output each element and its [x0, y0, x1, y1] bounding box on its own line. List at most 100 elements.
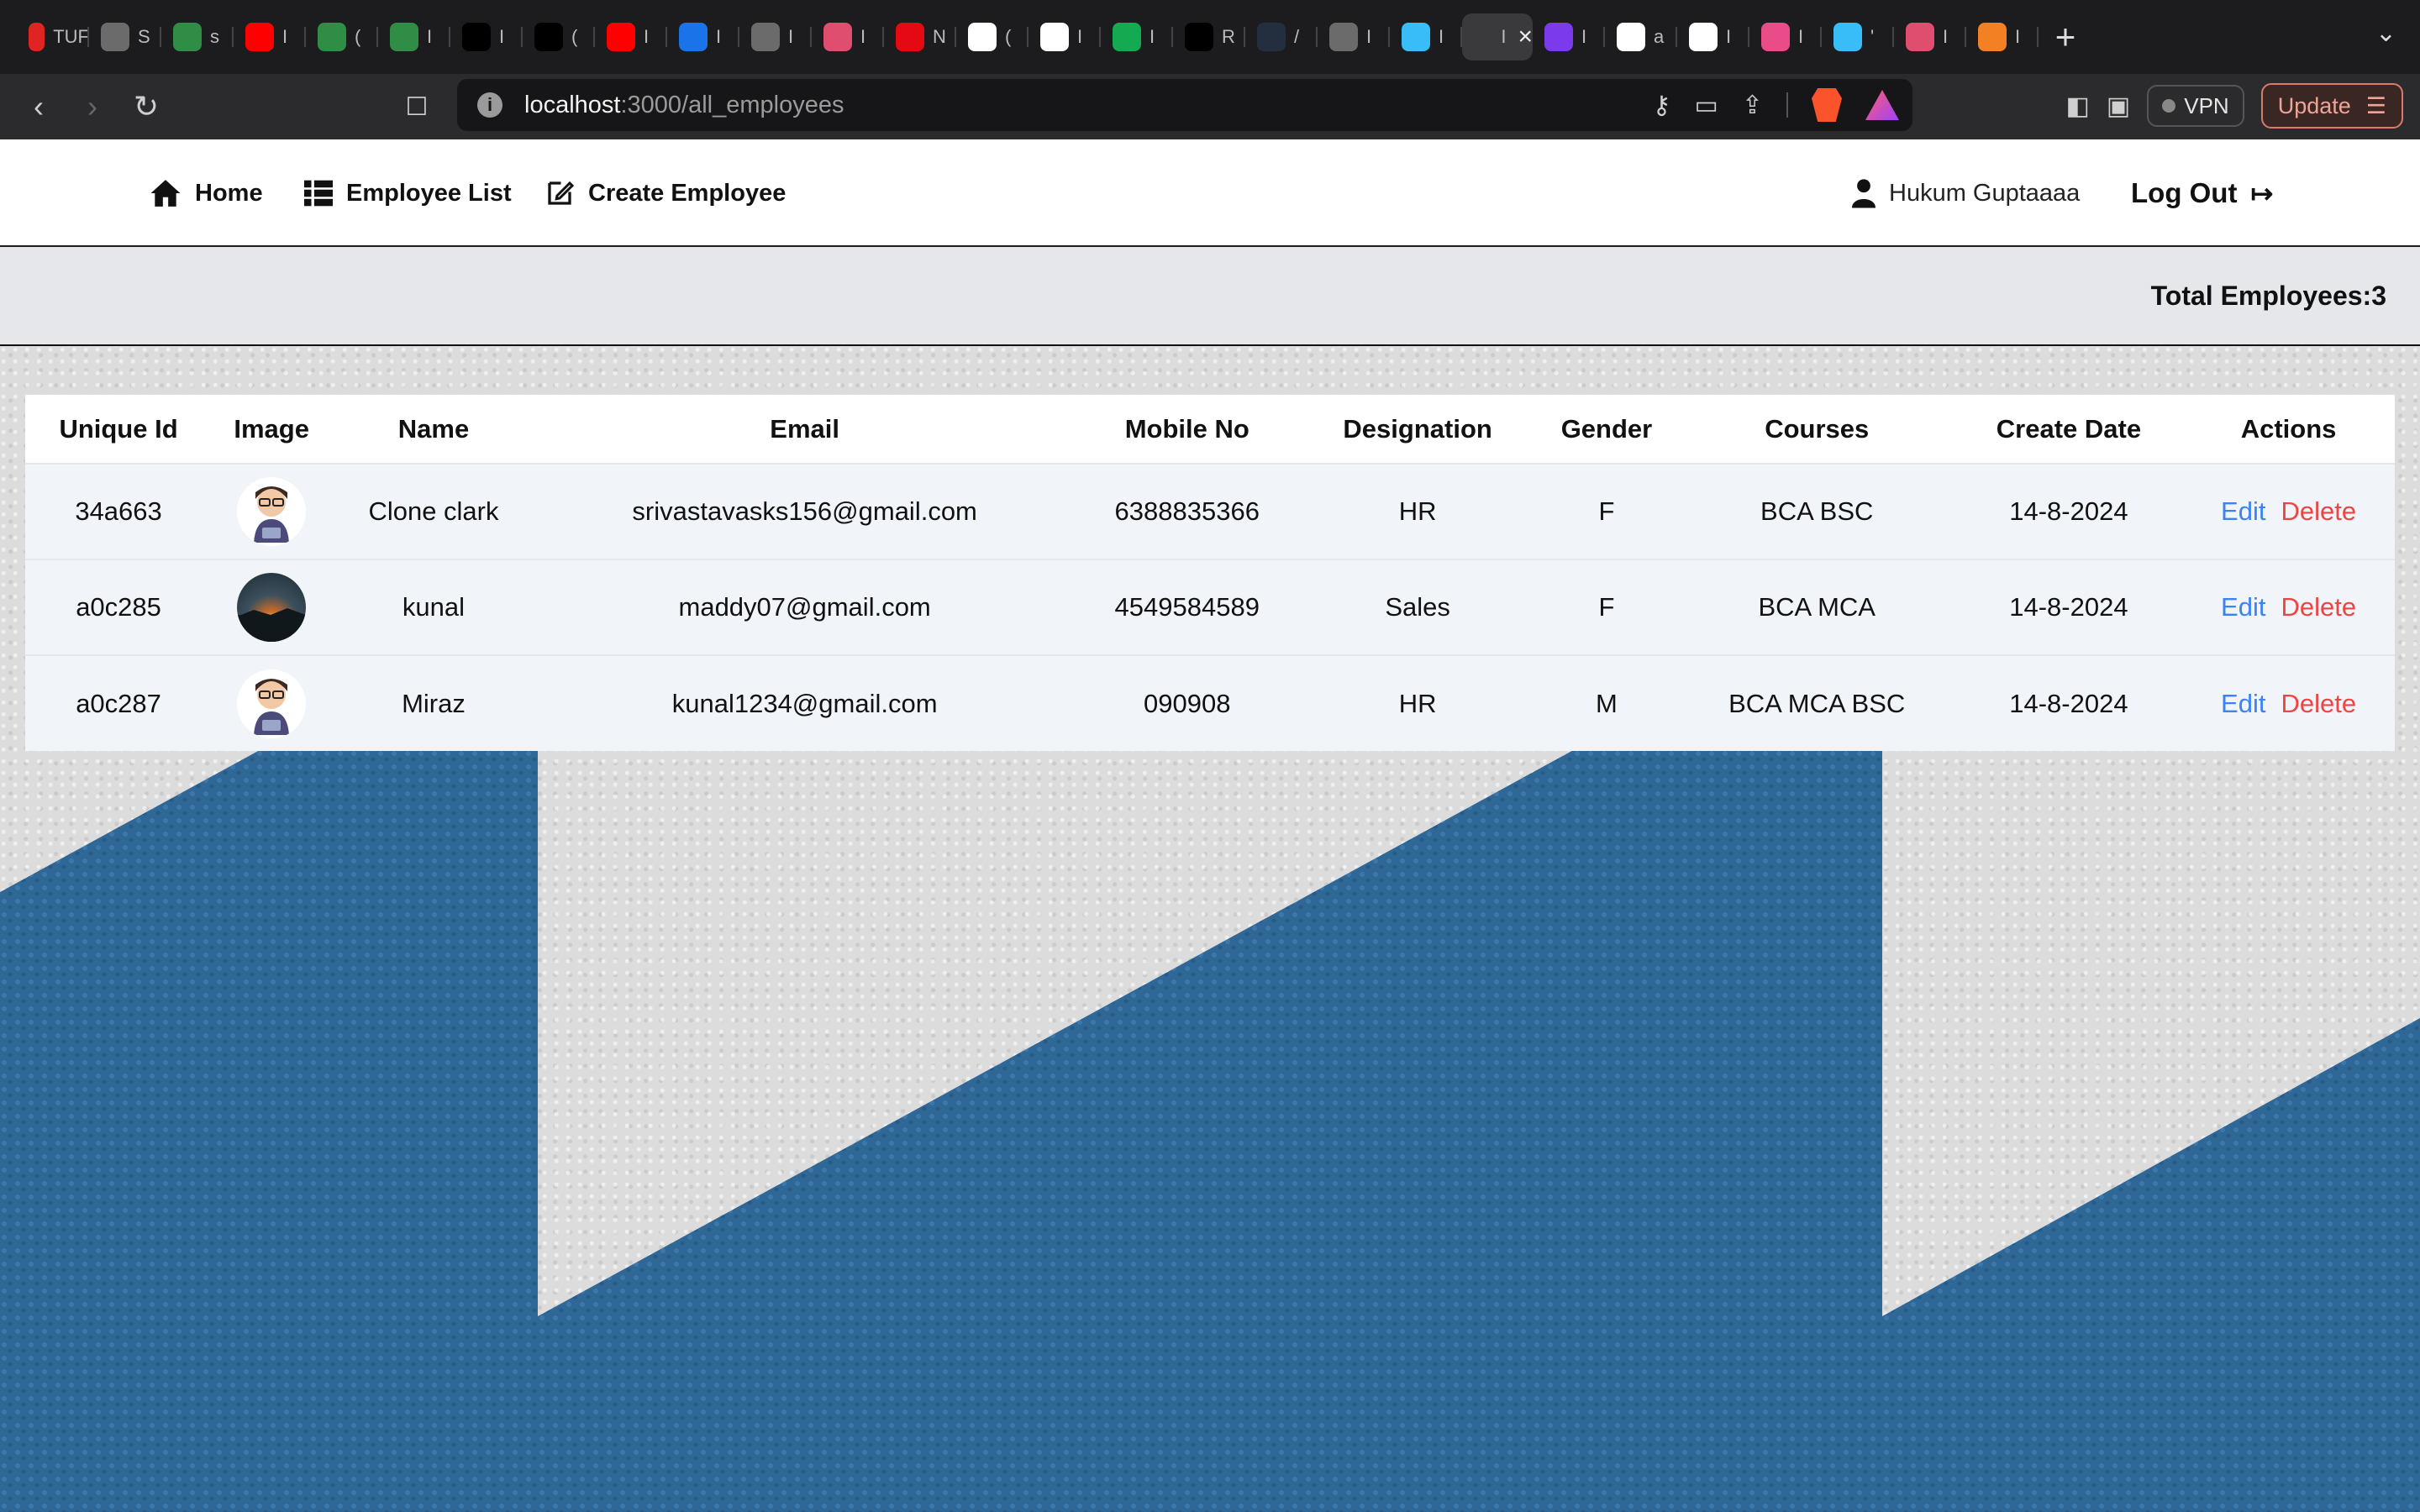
tab-title: I — [1366, 26, 1372, 47]
browser-tab[interactable]: I — [378, 13, 450, 60]
employee-avatar — [237, 669, 307, 738]
nav-employee-list[interactable]: Employee List — [304, 139, 512, 247]
browser-tab-strip: TUF Ss I(I I(I I I I N(I I R / I I I × Ia I I ' I I + — [0, 0, 2420, 74]
tab-title: ( — [571, 26, 578, 47]
table-header-row: Unique Id Image Name Email Mobile No Designat… — [25, 395, 2395, 464]
nav-create-employee[interactable]: Create Employee — [544, 139, 786, 247]
browser-tab[interactable]: N — [884, 13, 956, 60]
tab-title: I — [1501, 26, 1507, 47]
browser-tab[interactable]: I — [1533, 13, 1605, 60]
url-host: localhost — [524, 91, 621, 118]
browser-tab[interactable]: I — [1749, 13, 1822, 60]
nav-create-employee-label: Create Employee — [588, 179, 786, 207]
tab-title: I — [788, 26, 794, 47]
sidebar-toggle-icon[interactable]: ◧ — [2066, 92, 2090, 121]
tab-title: I — [1439, 26, 1444, 47]
browser-tab[interactable]: I — [234, 13, 306, 60]
browser-tab[interactable]: ' — [1822, 13, 1894, 60]
user-icon — [1852, 179, 1876, 208]
tab-title: I — [1798, 26, 1804, 47]
tab-title: I — [427, 26, 433, 47]
cell-image — [212, 654, 332, 751]
tab-title: I — [716, 26, 722, 47]
browser-tab[interactable]: I — [595, 13, 667, 60]
browser-tab[interactable]: I — [450, 13, 523, 60]
browser-tab[interactable]: a — [1605, 13, 1677, 60]
nav-home-label: Home — [195, 179, 263, 207]
edit-link[interactable]: Edit — [2221, 496, 2265, 526]
close-tab-icon[interactable]: × — [1518, 23, 1533, 51]
edit-link[interactable]: Edit — [2221, 592, 2265, 622]
tab-title: I — [1726, 26, 1732, 47]
logout-button[interactable]: Log Out ↦ — [2131, 139, 2273, 247]
youtube-icon — [245, 23, 274, 51]
tab-title: ( — [355, 26, 361, 47]
wallet-icon[interactable]: ▣ — [2107, 92, 2130, 121]
tab-title: N — [933, 26, 946, 47]
address-bar[interactable]: i localhost:3000/all_employees ⚷ ▭ ⇪ 1 — [457, 79, 1912, 131]
tuf-icon — [29, 23, 45, 51]
tab-title: TUF — [53, 26, 89, 47]
browser-tab[interactable]: ( — [956, 13, 1028, 60]
edit-link[interactable]: Edit — [2221, 689, 2265, 718]
browser-tab[interactable]: I — [667, 13, 739, 60]
globe-icon — [751, 23, 780, 51]
browser-tab[interactable]: ( — [306, 13, 378, 60]
tab-title: I — [644, 26, 650, 47]
browser-tab[interactable]: I — [1101, 13, 1173, 60]
tab-title: I — [499, 26, 505, 47]
google-icon — [1617, 23, 1645, 51]
browser-tab[interactable]: I — [1028, 13, 1101, 60]
forward-arrow-icon[interactable]: › — [66, 81, 119, 132]
update-button[interactable]: Update ☰ — [2260, 83, 2403, 129]
browser-tab[interactable]: I — [1677, 13, 1749, 60]
globe-icon — [1329, 23, 1358, 51]
cell-image — [212, 463, 332, 559]
tab-title: I — [1150, 26, 1155, 47]
cell-designation: HR — [1301, 654, 1535, 751]
browser-tab[interactable]: I — [1390, 13, 1462, 60]
react-icon — [1906, 23, 1934, 51]
reload-icon[interactable]: ↻ — [119, 81, 173, 132]
geeks-icon — [173, 23, 202, 51]
browser-tab[interactable]: ( — [523, 13, 595, 60]
browser-tab[interactable]: / — [1245, 13, 1318, 60]
update-label: Update — [2277, 92, 2351, 118]
back-arrow-icon[interactable]: ‹ — [12, 81, 66, 132]
bookmark-icon — [823, 23, 852, 51]
browser-tab[interactable]: I — [1966, 13, 2039, 60]
delete-link[interactable]: Delete — [2281, 689, 2356, 718]
user-profile[interactable]: Hukum Guptaaaa — [1852, 139, 2080, 247]
cell-image — [212, 559, 332, 655]
url-text[interactable]: localhost:3000/all_employees — [524, 92, 844, 119]
cell-courses: BCA BSC — [1678, 463, 1955, 559]
browser-tab[interactable]: I — [739, 13, 812, 60]
brave-shields-icon[interactable] — [1812, 88, 1842, 122]
browser-tab[interactable]: R — [1173, 13, 1245, 60]
cell-name: Miraz — [331, 654, 536, 751]
cast-icon[interactable]: ▭ — [1695, 91, 1718, 120]
delete-link[interactable]: Delete — [2281, 592, 2356, 622]
delete-link[interactable]: Delete — [2281, 496, 2356, 526]
cell-actions: Edit Delete — [2182, 654, 2395, 751]
nav-home[interactable]: Home — [150, 139, 263, 247]
key-icon[interactable]: ⚷ — [1653, 91, 1671, 120]
browser-tab[interactable]: I — [1894, 13, 1966, 60]
browser-tab[interactable]: I — [1318, 13, 1390, 60]
cell-email: maddy07@gmail.com — [535, 559, 1074, 655]
browser-tab[interactable]: s — [161, 13, 234, 60]
brave-rewards-icon[interactable]: 1 — [1865, 90, 1899, 120]
cell-gender: F — [1534, 559, 1679, 655]
browser-tab[interactable]: S — [89, 13, 161, 60]
share-icon[interactable]: ⇪ — [1742, 91, 1763, 120]
site-info-icon[interactable]: i — [477, 92, 502, 118]
browser-tab[interactable]: TUF — [17, 13, 89, 60]
list-icon — [304, 180, 333, 207]
cell-email: srivastavasks156@gmail.com — [535, 463, 1074, 559]
bookmark-icon[interactable]: ☐ — [390, 81, 444, 132]
tab-list-chevron-icon[interactable]: ⌄ — [2375, 18, 2396, 48]
new-tab-plus-icon[interactable]: + — [2039, 13, 2092, 60]
vpn-button[interactable]: VPN — [2147, 85, 2244, 127]
browser-tab[interactable]: I — [812, 13, 884, 60]
browser-tab[interactable]: I × — [1462, 13, 1533, 60]
